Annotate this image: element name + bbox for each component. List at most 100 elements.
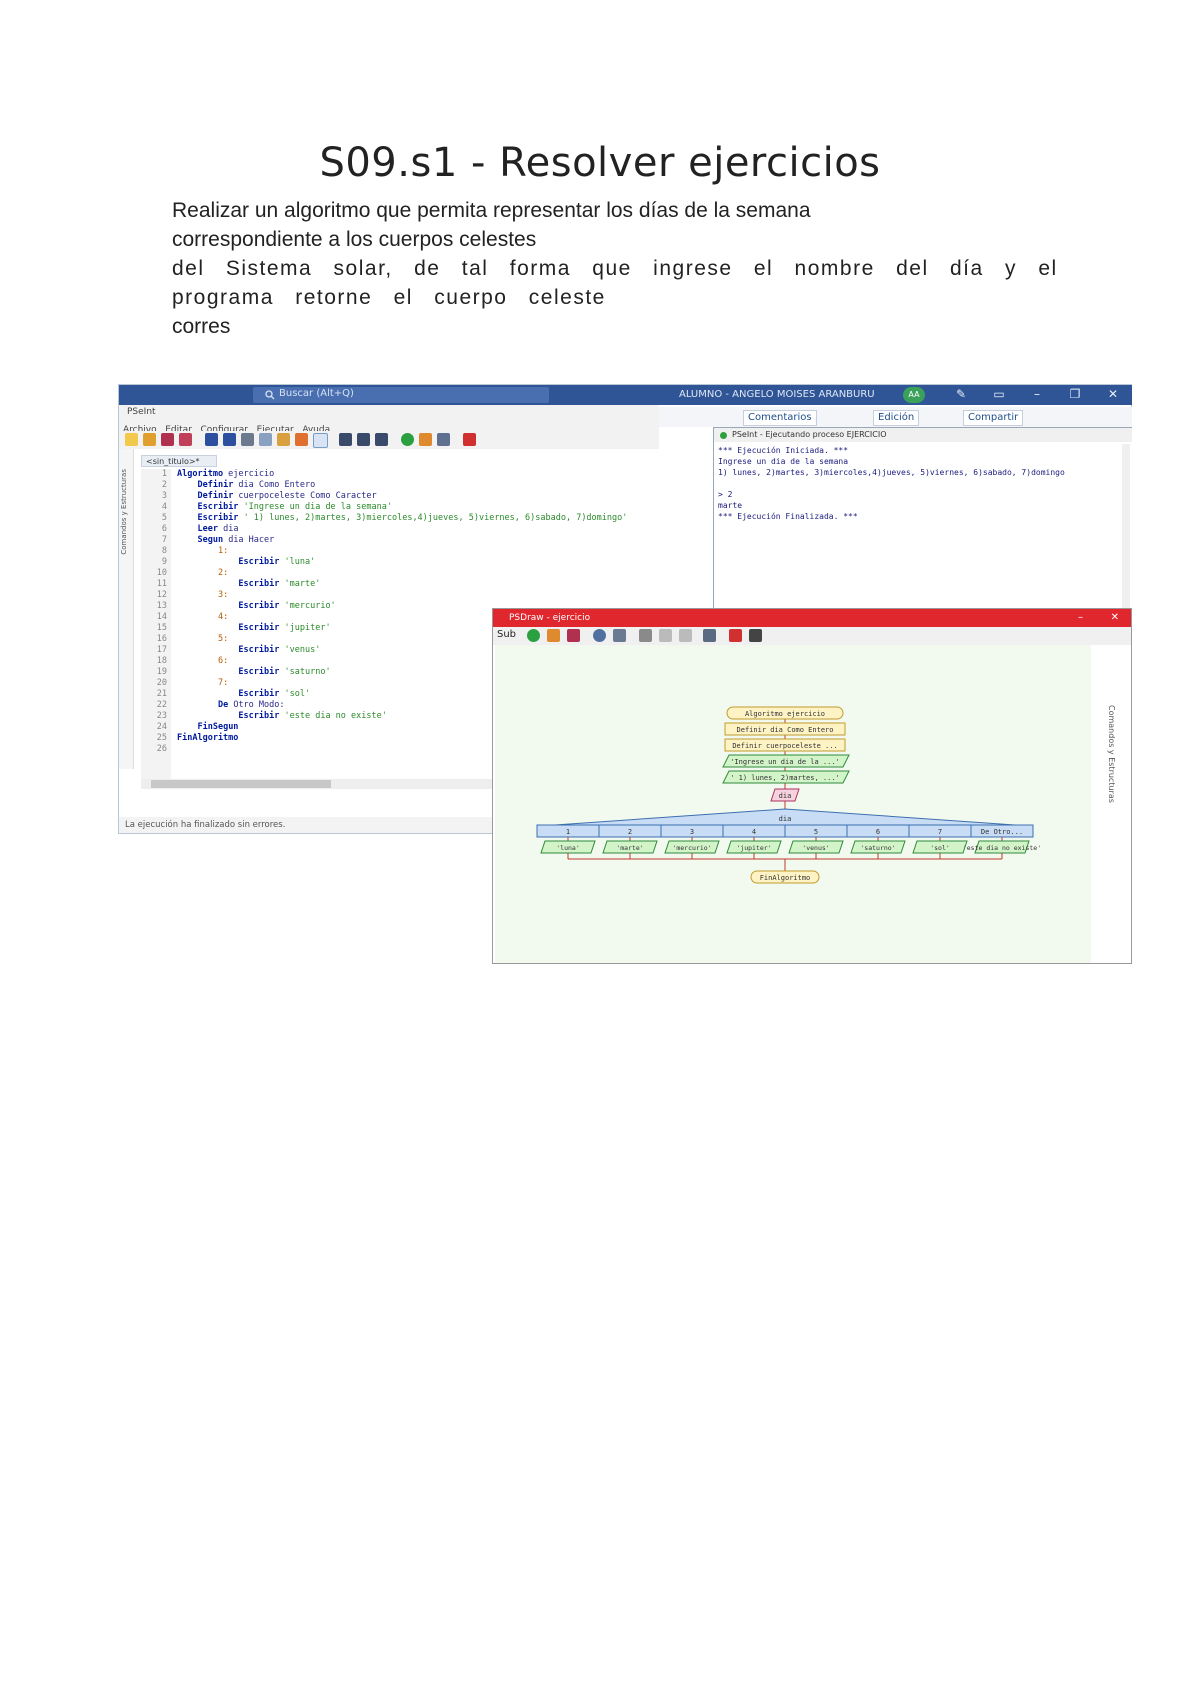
line-number: 12 — [156, 590, 167, 600]
align-icon[interactable] — [659, 629, 672, 642]
line-number: 16 — [156, 634, 167, 644]
close-diagram-icon[interactable] — [749, 629, 762, 642]
case-label: 1 — [566, 828, 570, 836]
console-line: 1) lunes, 2)martes, 3)miercoles,4)jueves… — [718, 468, 1065, 477]
share-button[interactable]: Compartir — [963, 410, 1024, 426]
text-icon[interactable] — [679, 629, 692, 642]
console-line: *** Ejecución Finalizada. *** — [718, 512, 858, 521]
embedded-screenshot: Buscar (Alt+Q) ALUMNO - ANGELO MOISES AR… — [118, 384, 1132, 964]
line-number: 15 — [156, 623, 167, 633]
redo-icon[interactable] — [223, 433, 236, 446]
start-label: Algoritmo ejercicio — [745, 710, 825, 718]
tools-icon[interactable] — [703, 629, 716, 642]
switch-label: dia — [779, 815, 792, 823]
search-icon — [265, 390, 275, 400]
psdraw-toolbar: Sub — [493, 627, 1131, 645]
commands-sidebar[interactable]: Comandos y Estructuras — [119, 449, 134, 769]
find-icon[interactable] — [295, 433, 308, 446]
console-title: PSeInt - Ejecutando proceso EJERCICIO — [714, 428, 1132, 442]
console-line: > 2 — [718, 490, 733, 499]
save-icon[interactable] — [567, 629, 580, 642]
diagram-icon[interactable] — [375, 433, 388, 446]
scroll-thumb[interactable] — [151, 780, 331, 788]
psdraw-sidebar[interactable]: Comandos y Estructuras — [1095, 645, 1131, 963]
psdraw-window: PSDraw - ejercicio – ✕ Sub Algoritmo eje… — [492, 608, 1132, 964]
code-line: Escribir 'luna' — [238, 557, 316, 567]
run-icon[interactable] — [527, 629, 540, 642]
step-icon[interactable] — [547, 629, 560, 642]
line-number: 7 — [161, 535, 167, 545]
code-line: Escribir 'Ingrese un dia de la semana' — [197, 502, 392, 512]
psdraw-title: PSDraw - ejercicio — [509, 613, 591, 623]
code-line: Segun dia Hacer — [197, 535, 275, 545]
console-line: Ingrese un dia de la semana — [718, 457, 849, 466]
line-number: 3 — [161, 491, 167, 501]
zoom-icon[interactable] — [593, 629, 606, 642]
minimize-icon[interactable]: – — [1078, 609, 1083, 627]
code-line: Leer dia — [197, 524, 239, 534]
code-line: Algoritmo ejercicio — [177, 469, 275, 479]
line-number: 26 — [156, 744, 167, 754]
line-number: 22 — [156, 700, 167, 710]
flowchart-icon[interactable] — [437, 433, 450, 446]
copy-icon[interactable] — [259, 433, 272, 446]
edit-button[interactable]: Edición — [873, 410, 920, 426]
line-number: 9 — [161, 557, 167, 567]
console-line: marte — [718, 501, 743, 510]
save-icon[interactable] — [161, 433, 174, 446]
help-icon[interactable] — [463, 433, 476, 446]
window-titlebar: Buscar (Alt+Q) ALUMNO - ANGELO MOISES AR… — [119, 385, 1132, 405]
comments-icon[interactable] — [639, 629, 652, 642]
flowchart: Algoritmo ejercicio Definir dia Como Ente… — [536, 706, 1041, 884]
line-number: 6 — [161, 524, 167, 534]
comments-button[interactable]: Comentarios — [743, 410, 817, 426]
fit-icon[interactable] — [613, 629, 626, 642]
new-file-icon[interactable] — [125, 433, 138, 446]
sub-button[interactable]: Sub — [497, 629, 516, 640]
line-number: 4 — [161, 502, 167, 512]
statement-line: corres — [172, 315, 231, 338]
code-line: Definir cuerpoceleste Como Caracter — [197, 491, 377, 501]
step-icon[interactable] — [419, 433, 432, 446]
ide-app-title: PSeInt — [127, 407, 156, 417]
line-number: 20 — [156, 678, 167, 688]
run-icon[interactable] — [401, 433, 414, 446]
case-label: 4 — [752, 828, 756, 836]
statement-line: correspondiente a los cuerpos celestes — [172, 228, 537, 251]
cut-icon[interactable] — [241, 433, 254, 446]
line-number: 21 — [156, 689, 167, 699]
statement-line: programa retorne el cuerpo celeste — [172, 286, 606, 309]
minimize-icon[interactable]: – — [1025, 387, 1049, 401]
code-line: 3: — [217, 590, 229, 600]
commands-sidebar-label: Comandos y Estructuras — [120, 469, 128, 555]
code-line: Definir dia Como Entero — [197, 480, 316, 490]
maximize-icon[interactable]: ❐ — [1063, 387, 1087, 401]
ribbon-icon[interactable]: ▭ — [987, 387, 1011, 401]
define-label: Definir dia Como Entero — [737, 726, 834, 734]
line-number: 19 — [156, 667, 167, 677]
output-label: 'mercurio' — [672, 844, 711, 852]
open-icon[interactable] — [143, 433, 156, 446]
indent-icon[interactable] — [313, 433, 328, 448]
statement-line: Realizar un algoritmo que permita repres… — [172, 199, 811, 222]
function-icon[interactable] — [339, 433, 352, 446]
paste-icon[interactable] — [277, 433, 290, 446]
search-box[interactable]: Buscar (Alt+Q) — [253, 387, 549, 403]
write-label: 'Ingrese un dia de la ...' — [730, 758, 840, 766]
close-icon[interactable]: ✕ — [1111, 609, 1119, 627]
line-number: 17 — [156, 645, 167, 655]
flowchart-canvas[interactable]: Algoritmo ejercicio Definir dia Como Ente… — [495, 645, 1091, 963]
tools-icon[interactable] — [357, 433, 370, 446]
line-number: 18 — [156, 656, 167, 666]
line-numbers: 1 2 3 4 5 6 7 8 9 10 11 12 13 14 15 16 17 18 19 20 21 22 23 24 2… — [141, 469, 171, 779]
pen-icon[interactable]: ✎ — [949, 387, 973, 401]
undo-icon[interactable] — [205, 433, 218, 446]
case-label: 6 — [876, 828, 880, 836]
help-icon[interactable] — [729, 629, 742, 642]
user-name: ALUMNO - ANGELO MOISES ARANBURU — [679, 389, 875, 400]
close-icon[interactable]: ✕ — [1101, 387, 1125, 401]
avatar[interactable]: AA — [903, 387, 925, 403]
psdraw-titlebar: PSDraw - ejercicio – ✕ — [493, 609, 1131, 627]
save-as-icon[interactable] — [179, 433, 192, 446]
tab-sin-titulo[interactable]: <sin_titulo>* — [141, 455, 217, 467]
